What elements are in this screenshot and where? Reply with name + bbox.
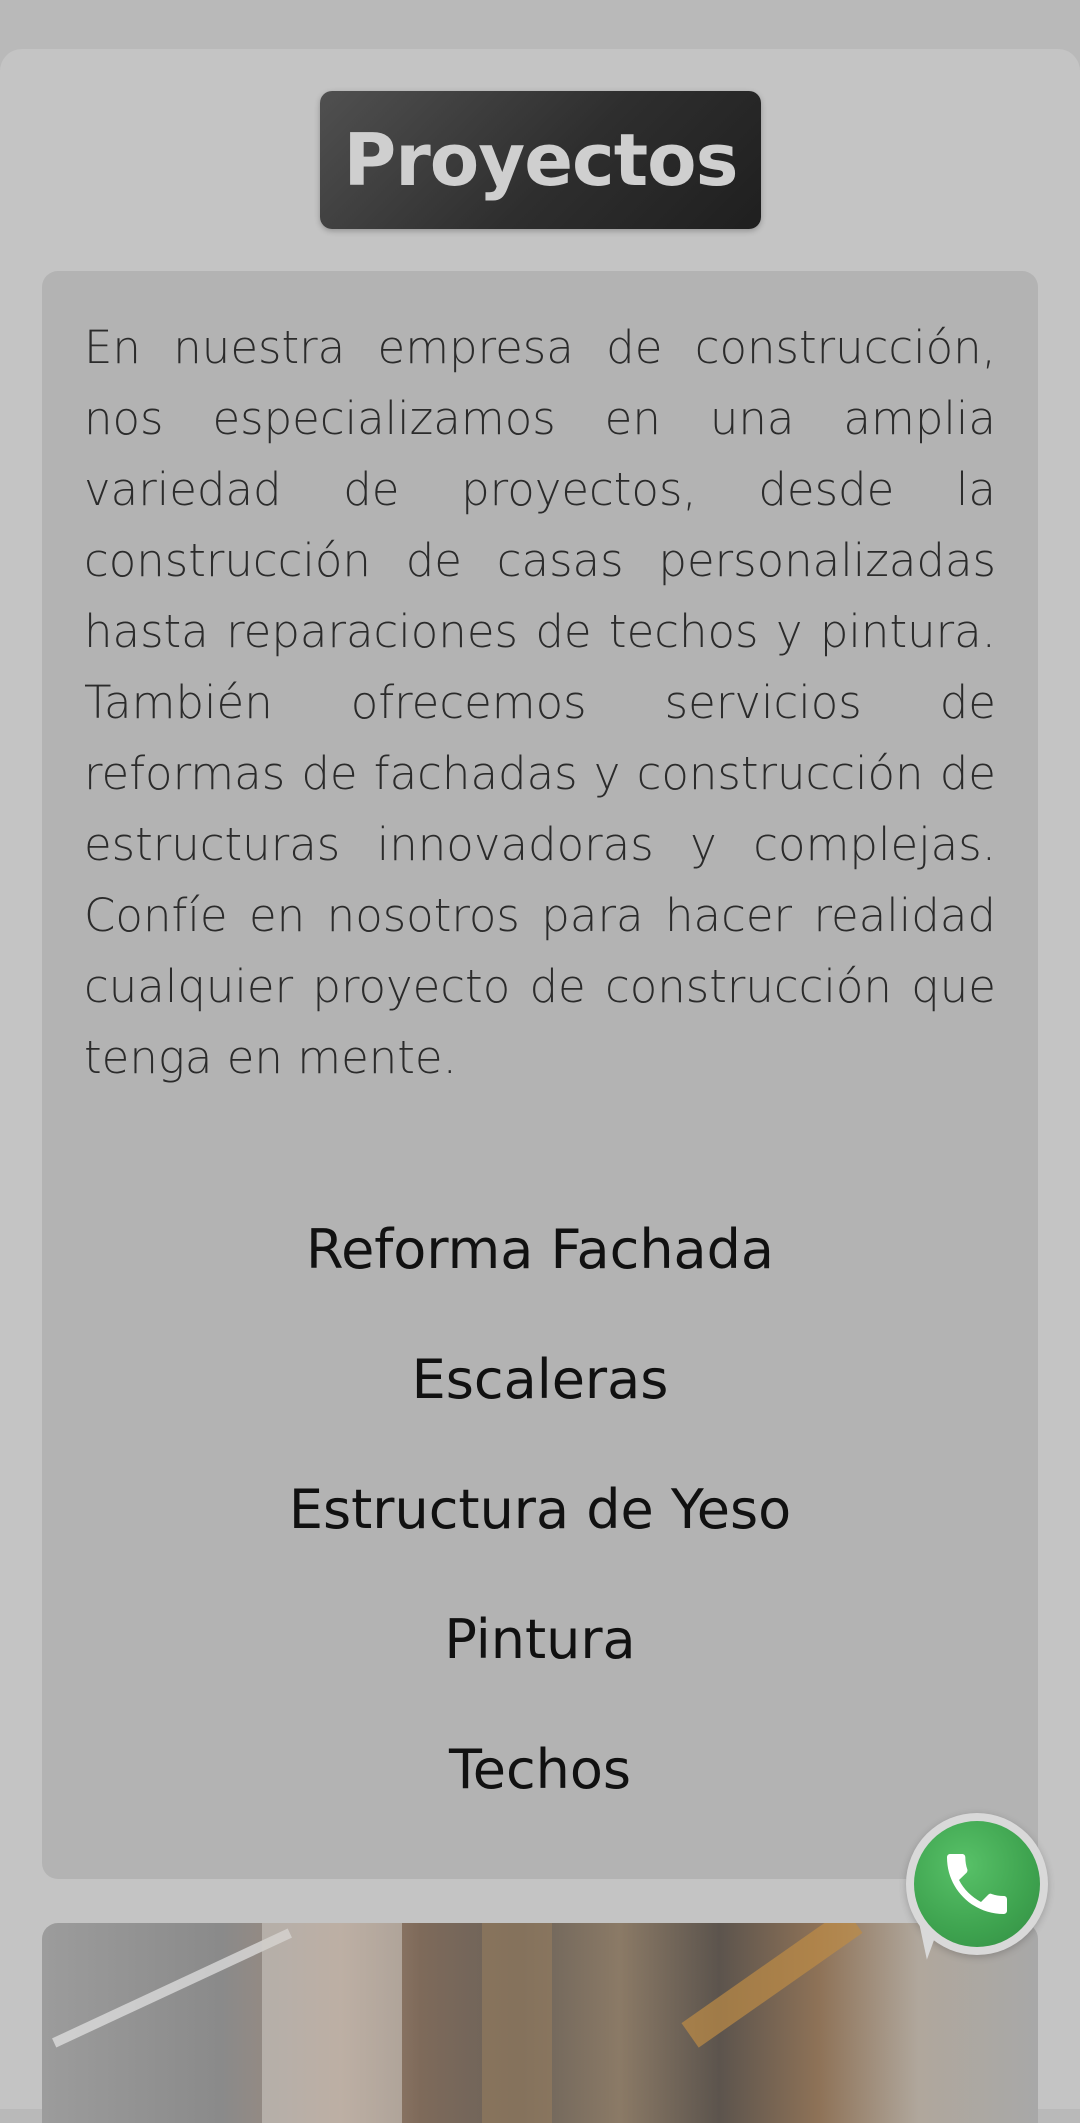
- whatsapp-button[interactable]: [898, 1813, 1048, 1960]
- section-title-badge: Proyectos: [320, 91, 761, 229]
- project-item-pintura[interactable]: Pintura: [42, 1575, 1038, 1705]
- project-list: Reforma Fachada Escaleras Estructura de …: [42, 1185, 1038, 1835]
- project-photo: [42, 1923, 1038, 2123]
- project-item-escaleras[interactable]: Escaleras: [42, 1315, 1038, 1445]
- whatsapp-icon: [947, 1854, 1007, 1914]
- project-item-techos[interactable]: Techos: [42, 1705, 1038, 1835]
- project-item-estructura-de-yeso[interactable]: Estructura de Yeso: [42, 1445, 1038, 1575]
- project-item-reforma-fachada[interactable]: Reforma Fachada: [42, 1185, 1038, 1315]
- section-title: Proyectos: [343, 118, 739, 202]
- intro-paragraph: En nuestra empresa de construcción, nos …: [84, 321, 996, 1084]
